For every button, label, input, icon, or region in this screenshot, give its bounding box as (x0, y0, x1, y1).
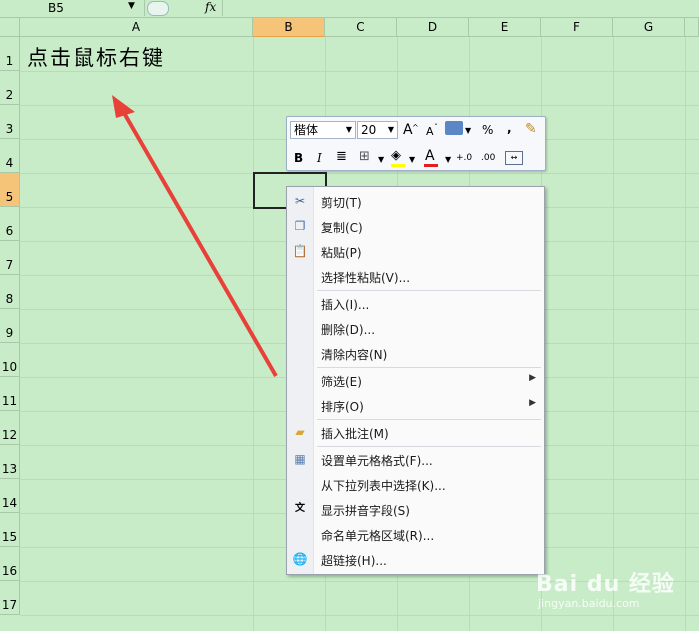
percent-style-button[interactable]: % (482, 122, 493, 138)
grow-font-caret-icon: ^ (412, 123, 419, 132)
menu-item-sort[interactable]: 排序(O) ▶ (287, 394, 544, 416)
menu-item-insert[interactable]: 插入(I)... (287, 292, 544, 314)
scissors-icon: ✂ (294, 194, 306, 208)
menu-separator (317, 367, 541, 368)
context-menu: ✂ 剪切(T) ❐ 复制(C) 📋 粘贴(P) 选择性粘贴(V)... 插入(I… (286, 186, 545, 575)
chevron-down-icon[interactable]: ▼ (378, 152, 384, 168)
menu-separator (317, 290, 541, 291)
baidu-watermark-url: jingyan.baidu.com (538, 597, 640, 610)
menu-item-cut[interactable]: ✂ 剪切(T) (287, 190, 544, 212)
font-color-button[interactable]: A (425, 148, 435, 164)
fill-color-icon[interactable]: ◈ (391, 148, 401, 164)
menu-item-filter[interactable]: 筛选(E) ▶ (287, 369, 544, 391)
font-size-value: 20 (361, 123, 377, 137)
phonetic-icon: 文 (295, 503, 305, 514)
copy-icon: ❐ (294, 219, 306, 233)
chevron-down-icon[interactable]: ▼ (346, 122, 352, 138)
merge-center-icon[interactable]: ↔ (505, 151, 523, 165)
font-color-swatch (424, 164, 438, 167)
shrink-font-caret-icon: ˇ (434, 123, 438, 132)
menu-item-clear-contents[interactable]: 清除内容(N) (287, 342, 544, 364)
format-painter-icon[interactable]: ✎ (525, 121, 537, 137)
chevron-down-icon[interactable]: ▼ (409, 152, 415, 168)
paste-icon: 📋 (292, 244, 308, 258)
menu-item-paste[interactable]: 📋 粘贴(P) (287, 240, 544, 262)
font-name-combo[interactable]: 楷体 ▼ (290, 121, 356, 139)
bold-button[interactable]: B (294, 150, 303, 166)
baidu-watermark-logo: Bai du 经验 (536, 572, 675, 597)
comment-icon: ▰ (295, 425, 305, 439)
menu-item-pick-from-list[interactable]: 从下拉列表中选择(K)... (287, 473, 544, 495)
chevron-down-icon[interactable]: ▼ (445, 152, 451, 168)
menu-item-format-cells[interactable]: ▦ 设置单元格格式(F)... (287, 448, 544, 470)
comma-style-button[interactable]: , (507, 120, 512, 136)
chevron-down-icon[interactable]: ▼ (465, 123, 471, 139)
borders-icon[interactable]: ⊞ (359, 149, 370, 165)
italic-button[interactable]: I (317, 150, 322, 166)
hyperlink-icon: 🌐 (292, 552, 308, 566)
menu-item-paste-special[interactable]: 选择性粘贴(V)... (287, 265, 544, 287)
menu-item-copy[interactable]: ❐ 复制(C) (287, 215, 544, 237)
chevron-down-icon[interactable]: ▼ (388, 122, 394, 138)
menu-separator (317, 446, 541, 447)
shrink-font-button[interactable]: A (426, 124, 434, 140)
submenu-arrow-icon: ▶ (529, 373, 536, 383)
menu-item-hyperlink[interactable]: 🌐 超链接(H)... (287, 548, 544, 570)
arrow-head (112, 95, 135, 118)
center-align-icon[interactable]: ≣ (336, 149, 347, 165)
arrow-shaft (118, 104, 278, 378)
menu-item-insert-comment[interactable]: ▰ 插入批注(M) (287, 421, 544, 443)
accounting-format-icon[interactable] (445, 121, 463, 135)
submenu-arrow-icon: ▶ (529, 398, 536, 408)
mini-toolbar: 楷体 ▼ 20 ▼ A ^ A ˇ ▼ % , ✎ B I ≣ ⊞ ▼ ◈ ▼ … (286, 116, 546, 171)
menu-item-show-phonetic[interactable]: 文 显示拼音字段(S) (287, 498, 544, 520)
menu-item-define-name[interactable]: 命名单元格区域(R)... (287, 523, 544, 545)
fill-color-swatch (391, 164, 405, 167)
increase-decimal-button[interactable]: +.0 (456, 150, 472, 166)
format-cells-icon: ▦ (294, 452, 306, 466)
menu-item-delete[interactable]: 删除(D)... (287, 317, 544, 339)
menu-separator (317, 419, 541, 420)
font-size-combo[interactable]: 20 ▼ (357, 121, 398, 139)
font-name-value: 楷体 (294, 123, 319, 137)
decrease-decimal-button[interactable]: .00 (481, 150, 495, 166)
